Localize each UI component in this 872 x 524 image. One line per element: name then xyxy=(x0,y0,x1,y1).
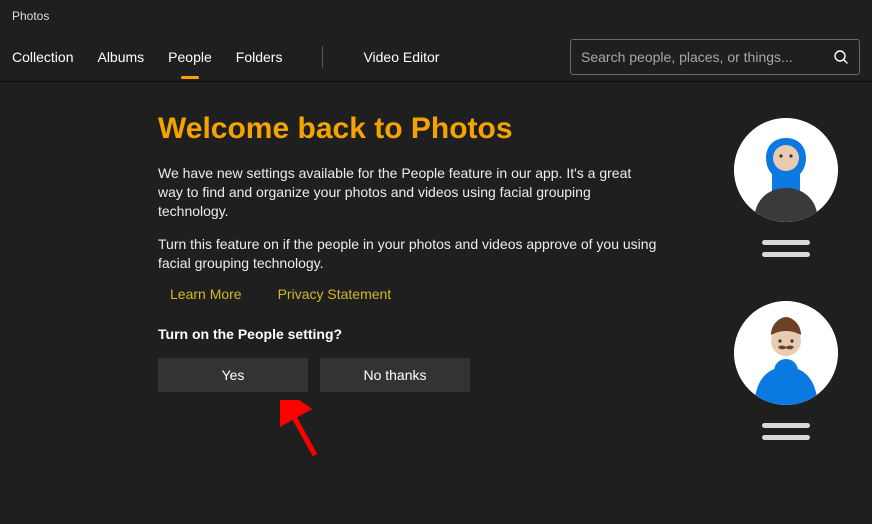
intro-paragraph-2: Turn this feature on if the people in yo… xyxy=(158,235,658,273)
tabs-container: Collection Albums People Folders Video E… xyxy=(12,45,439,69)
tab-people[interactable]: People xyxy=(168,45,212,69)
app-title: Photos xyxy=(12,9,49,23)
placeholder-bar xyxy=(762,423,810,428)
learn-more-link[interactable]: Learn More xyxy=(170,286,242,302)
content: Welcome back to Photos We have new setti… xyxy=(0,82,872,466)
intro-paragraph-1: We have new settings available for the P… xyxy=(158,164,658,221)
question-label: Turn on the People setting? xyxy=(158,326,660,342)
placeholder-bars xyxy=(762,240,810,257)
placeholder-bar xyxy=(762,435,810,440)
page-title: Welcome back to Photos xyxy=(158,112,660,146)
search-box[interactable] xyxy=(570,39,860,75)
tab-video-editor[interactable]: Video Editor xyxy=(363,45,439,69)
main-panel: Welcome back to Photos We have new setti… xyxy=(0,112,700,466)
tab-albums[interactable]: Albums xyxy=(97,45,144,69)
tab-folders[interactable]: Folders xyxy=(236,45,283,69)
placeholder-bars xyxy=(762,423,810,440)
tab-divider xyxy=(322,46,323,68)
search-input[interactable] xyxy=(581,49,833,65)
avatar xyxy=(734,301,838,405)
search-icon[interactable] xyxy=(833,49,849,65)
privacy-statement-link[interactable]: Privacy Statement xyxy=(278,286,392,302)
links-row: Learn More Privacy Statement xyxy=(170,286,660,302)
tab-collection[interactable]: Collection xyxy=(12,45,73,69)
titlebar: Photos xyxy=(0,0,872,32)
placeholder-bar xyxy=(762,252,810,257)
no-thanks-button[interactable]: No thanks xyxy=(320,358,470,392)
buttons-row: Yes No thanks xyxy=(158,358,660,392)
topbar: Collection Albums People Folders Video E… xyxy=(0,32,872,82)
placeholder-bar xyxy=(762,240,810,245)
avatar-column xyxy=(700,112,872,466)
yes-button[interactable]: Yes xyxy=(158,358,308,392)
avatar xyxy=(734,118,838,222)
